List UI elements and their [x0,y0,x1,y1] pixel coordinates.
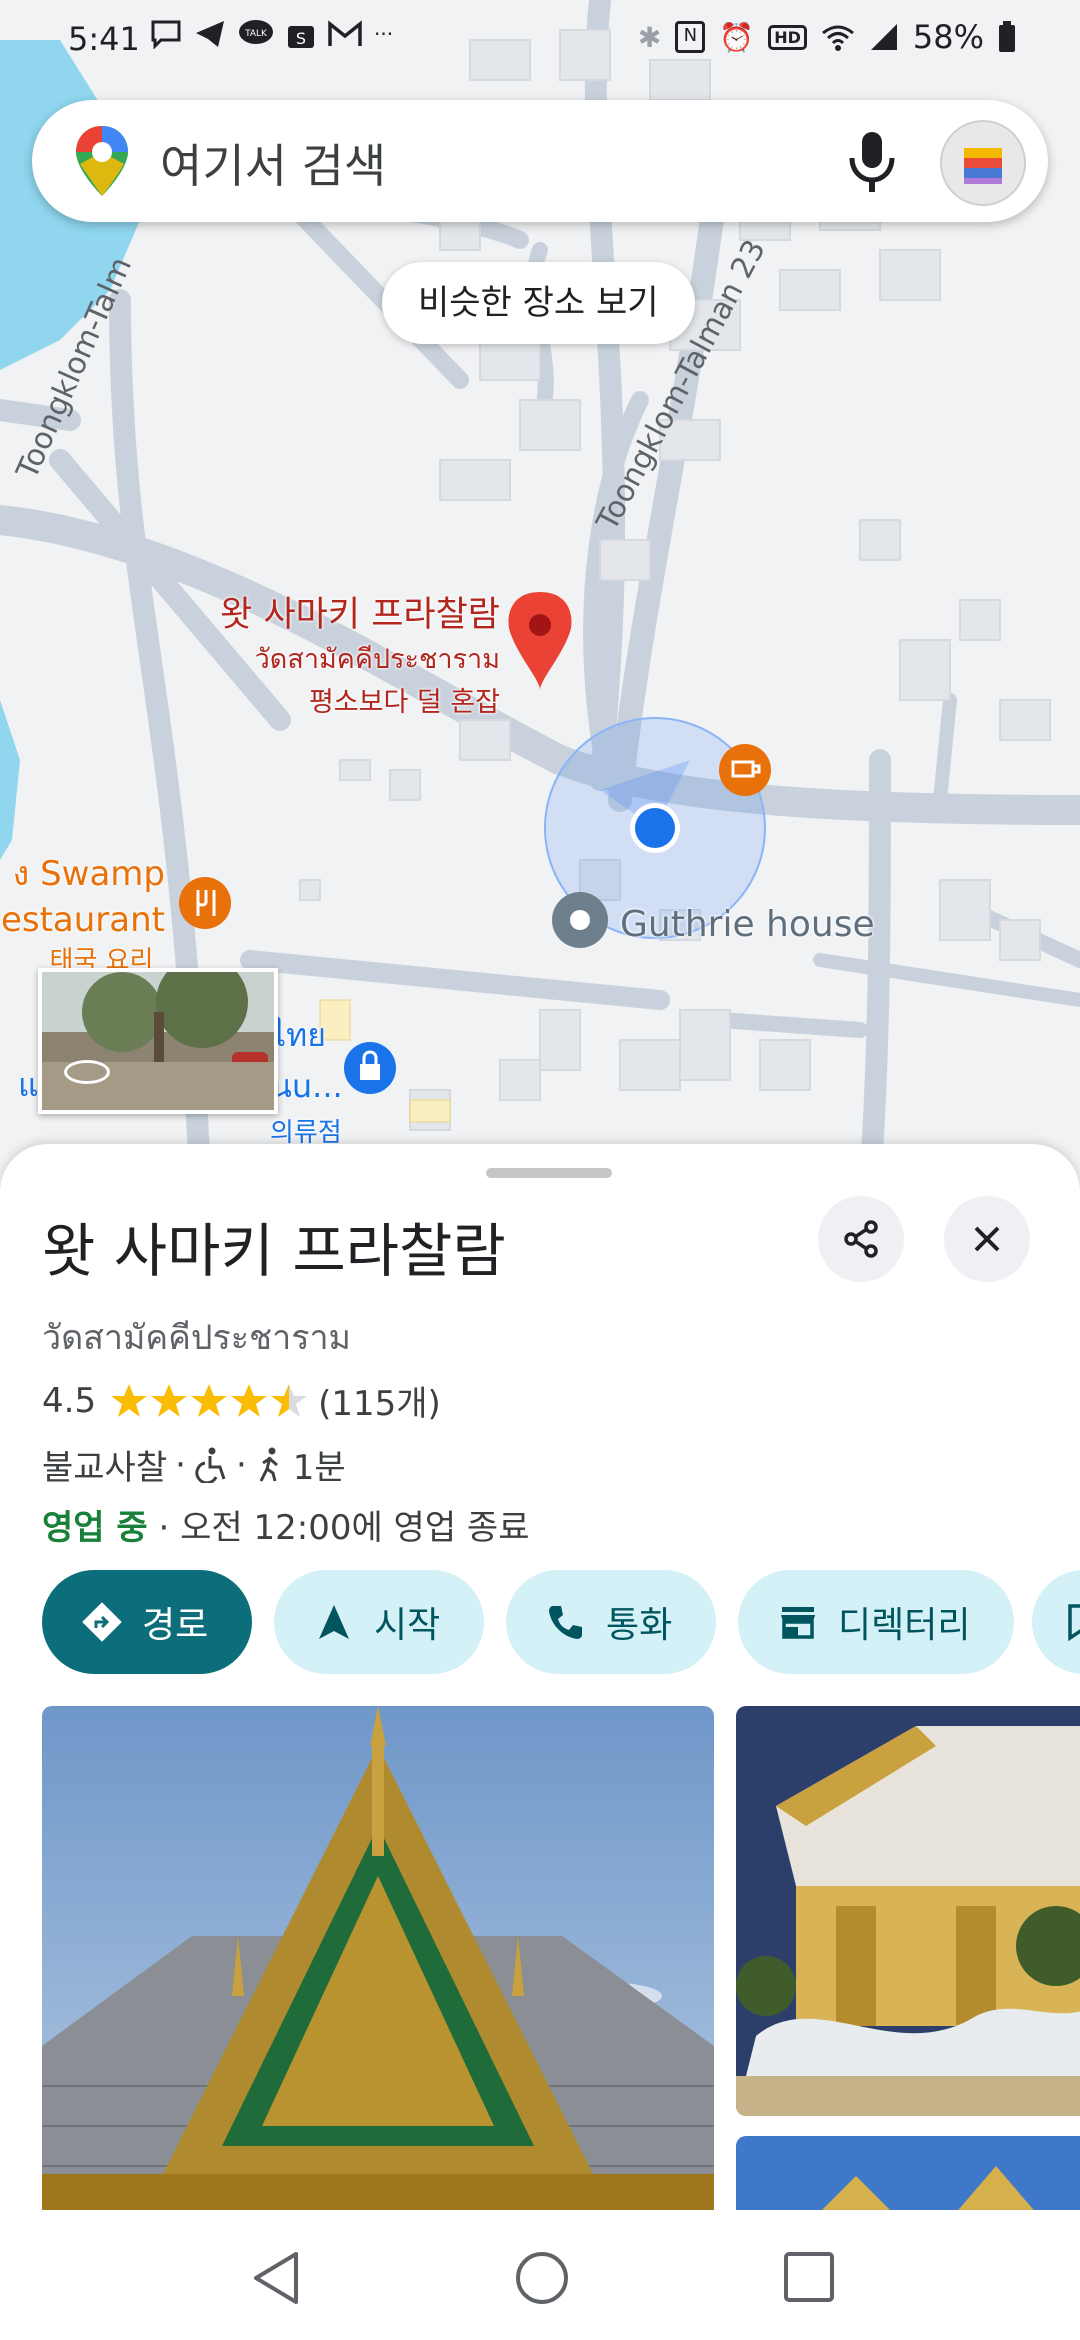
action-button-row[interactable]: 경로 시작 통화 디렉터리 [42,1570,1080,1674]
shop-label-line1: ไทย [270,1016,326,1054]
store-icon [776,1600,820,1644]
svg-text:S: S [296,29,306,48]
cafe-poi-marker[interactable] [719,744,771,796]
svg-text:TALK: TALK [244,29,268,39]
shop-poi-label[interactable]: ไทย นu... 의류점 [270,1010,343,1149]
place-photo-3[interactable] [736,2136,1080,2210]
star-icon [111,1383,308,1417]
call-button[interactable]: 통화 [506,1570,716,1674]
shop-label-prefix: แ [18,1066,39,1104]
place-photo-2[interactable] [736,1706,1080,2116]
map-label-name: 왓 사마키 프라찰람 [220,595,500,635]
search-input[interactable]: 여기서 검색 [160,130,386,196]
account-avatar[interactable] [940,120,1026,206]
hd-icon: HD [768,24,807,50]
walking-time: 1분 [292,1448,346,1488]
talk-icon: TALK [239,20,273,44]
start-label: 시작 [374,1605,441,1646]
street-view-thumbnail[interactable] [38,968,278,1114]
call-label: 통화 [606,1605,673,1646]
bluetooth-icon: ✱ [637,20,662,54]
shop-label-line2: นu... [270,1067,343,1105]
directions-label: 경로 [142,1605,209,1646]
status-system-icons: ✱ N ⏰ HD 58% [638,18,1016,56]
place-photo-main[interactable] [42,1706,714,2210]
home-icon[interactable] [514,2250,570,2306]
signal-icon [870,24,897,50]
wheelchair-icon [195,1447,226,1483]
status-more: ··· [374,22,394,46]
separator: · [175,1444,186,1485]
more-action-button[interactable] [1032,1570,1080,1674]
phone-icon [544,1600,588,1644]
search-bar[interactable]: 여기서 검색 [32,100,1048,222]
message-icon [151,20,181,49]
telegram-icon [196,21,224,47]
category-row: 불교사찰 · · 1분 [42,1440,346,1489]
close-icon [974,1226,1000,1252]
sheet-drag-handle[interactable] [486,1168,612,1178]
restaurant-poi-marker[interactable] [179,877,231,929]
closing-time: · 오전 12:00에 영업 종료 [158,1508,530,1548]
directory-label: 디렉터리 [838,1605,971,1646]
alarm-icon: ⏰ [719,20,755,54]
share-icon [844,1220,878,1258]
street-view-360-icon [64,1060,110,1084]
separator: · [235,1444,247,1485]
back-icon[interactable] [250,2250,302,2306]
status-notification-icons: TALK S ··· [150,18,393,50]
wifi-icon [821,25,854,51]
place-category: 불교사찰 [42,1448,168,1488]
status-time: 5:41 [68,20,140,58]
map-label-crowd: 평소보다 덜 혼잡 [308,687,500,718]
restaurant-label-line1: ง Swamp [12,854,165,894]
place-bottom-sheet[interactable]: 왓 사마키 프라찰람 วัดสามัคคีประชาราม 4.5 (115개)… [0,1144,1080,2210]
rating-stars [110,1382,310,1420]
system-navigation-bar [0,2210,1080,2340]
place-title: 왓 사마키 프라찰람 [42,1217,506,1285]
navigation-arrow-icon [312,1600,356,1644]
shopping-bag-icon: S [288,26,314,48]
selected-place-map-label[interactable]: 왓 사마키 프라찰람 วัดสามัคคีประชาราม 평소보다 덜 혼잡 [150,586,500,719]
close-button[interactable] [944,1196,1030,1282]
directions-button[interactable]: 경로 [42,1570,252,1674]
review-count: (115개) [318,1384,441,1424]
battery-icon [999,21,1015,52]
nfc-icon: N [675,21,706,53]
directory-button[interactable]: 디렉터리 [738,1570,1014,1674]
shop-poi-marker[interactable] [344,1042,396,1094]
directions-icon [80,1600,124,1644]
google-maps-logo-icon [76,126,128,196]
restaurant-label-line2: estaurant [0,900,165,940]
place-thai-name: วัดสามัคคีประชาราม [42,1318,351,1358]
rating-value: 4.5 [42,1380,97,1421]
recents-icon[interactable] [782,2250,836,2304]
walking-icon [259,1447,278,1482]
start-button[interactable]: 시작 [274,1570,484,1674]
guthrie-house-label[interactable]: Guthrie house [620,904,875,945]
share-button[interactable] [818,1196,904,1282]
rating-row[interactable]: 4.5 (115개) [42,1376,441,1425]
open-status: 영업 중 [42,1508,148,1548]
battery-percent: 58% [912,18,984,56]
microphone-icon[interactable] [842,128,902,194]
bookmark-icon [1060,1600,1080,1644]
hours-row[interactable]: 영업 중 · 오전 12:00에 영업 종료 [42,1500,529,1549]
gmail-icon [328,20,362,46]
guthrie-house-poi-marker[interactable] [552,892,608,948]
restaurant-poi-label[interactable]: ง Swamp estaurant 태국 요리 [0,846,165,977]
status-bar: 5:41 TALK S ··· ✱ N ⏰ HD 58% [0,0,1080,80]
map-label-thai: วัดสามัคคีประชาราม [254,644,500,675]
similar-places-button[interactable]: 비슷한 장소 보기 [382,262,695,344]
